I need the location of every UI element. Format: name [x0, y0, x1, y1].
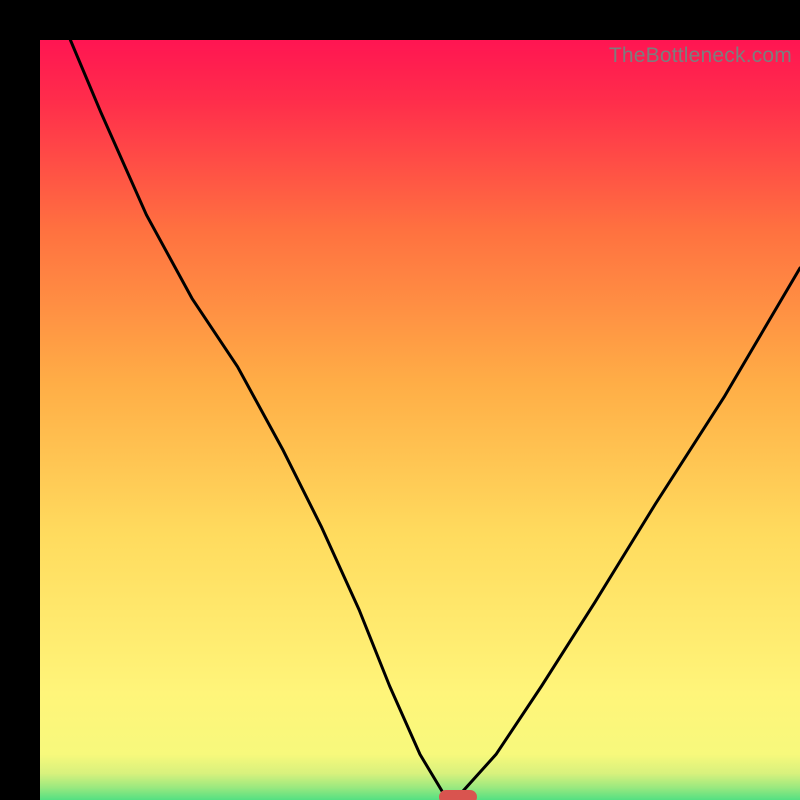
- watermark-text: TheBottleneck.com: [609, 44, 792, 68]
- data-marker: [439, 790, 477, 800]
- curve-line: [40, 40, 800, 800]
- chart-frame: TheBottleneck.com: [20, 20, 780, 780]
- plot-area: TheBottleneck.com: [40, 40, 800, 800]
